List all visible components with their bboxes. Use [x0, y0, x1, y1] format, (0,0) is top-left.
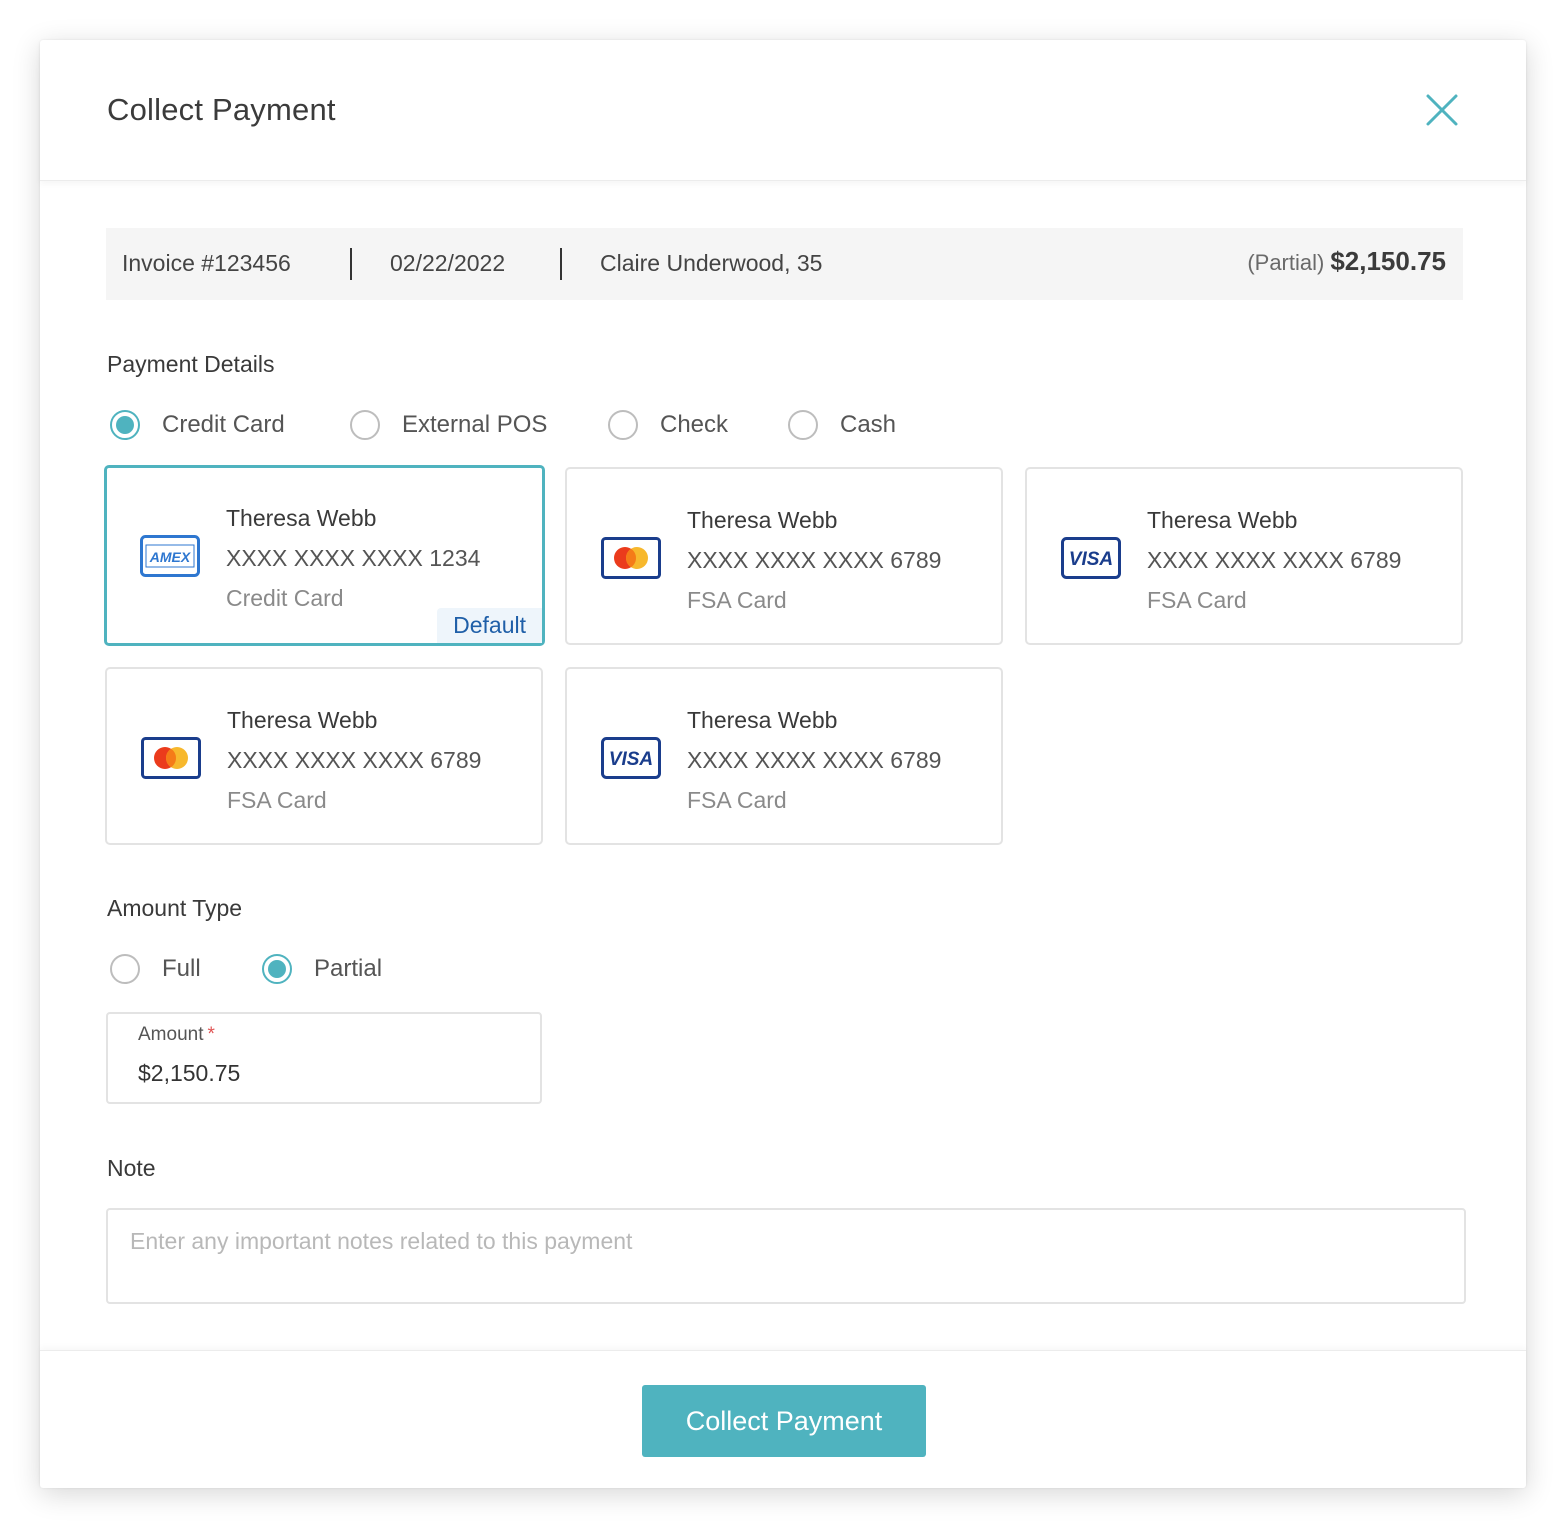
- radio-label: Check: [660, 411, 729, 438]
- card-type: FSA Card: [1147, 587, 1247, 613]
- card-number: XXXX XXXX XXXX 6789: [687, 747, 942, 773]
- visa-logo-text: VISA: [609, 749, 653, 770]
- default-badge: Default: [437, 608, 542, 643]
- note-label: Note: [107, 1155, 156, 1181]
- mastercard-logo-icon: [141, 737, 201, 779]
- divider: [350, 248, 352, 280]
- radio-external-pos[interactable]: External POS: [350, 408, 547, 442]
- card-number: XXXX XXXX XXXX 6789: [687, 547, 942, 573]
- card-type: FSA Card: [687, 587, 787, 613]
- saved-card-amex-1234[interactable]: AMEX Theresa Webb XXXX XXXX XXXX 1234 Cr…: [104, 465, 545, 646]
- invoice-date: 02/22/2022: [390, 250, 506, 276]
- radio-label: Full: [162, 955, 201, 982]
- visa-logo-icon: VISA: [601, 737, 661, 779]
- card-type: Credit Card: [226, 585, 344, 611]
- invoice-total: $2,150.75: [1330, 246, 1446, 276]
- divider: [560, 248, 562, 280]
- amount-input[interactable]: [138, 1060, 518, 1087]
- modal-title: Collect Payment: [107, 92, 336, 127]
- card-type: FSA Card: [227, 787, 327, 813]
- cardholder-name: Theresa Webb: [226, 505, 377, 531]
- card-type: FSA Card: [687, 787, 787, 813]
- radio-credit-card[interactable]: Credit Card: [110, 408, 285, 442]
- radio-cash[interactable]: Cash: [788, 408, 896, 442]
- close-button[interactable]: [1424, 92, 1460, 128]
- radio-full[interactable]: Full: [110, 952, 201, 986]
- radio-button[interactable]: [788, 410, 818, 440]
- amount-type-label: Amount Type: [107, 895, 243, 921]
- collect-payment-button[interactable]: Collect Payment: [642, 1385, 926, 1457]
- amex-logo-text: AMEX: [149, 549, 192, 565]
- card-number: XXXX XXXX XXXX 6789: [227, 747, 482, 773]
- mastercard-logo-icon: [601, 537, 661, 579]
- modal-header: Collect Payment: [40, 40, 1526, 181]
- radio-button[interactable]: [350, 410, 380, 440]
- radio-label: External POS: [402, 411, 548, 438]
- invoice-amount: (Partial) $2,150.75: [1247, 246, 1446, 277]
- modal-footer: Collect Payment: [40, 1350, 1526, 1489]
- visa-logo-text: VISA: [1069, 549, 1113, 570]
- radio-label: Credit Card: [162, 411, 285, 438]
- saved-card-visa-6789[interactable]: VISA Theresa Webb XXXX XXXX XXXX 6789 FS…: [1025, 467, 1463, 645]
- radio-button[interactable]: [110, 410, 140, 440]
- card-number: XXXX XXXX XXXX 1234: [226, 545, 481, 571]
- cardholder-name: Theresa Webb: [687, 507, 838, 533]
- required-indicator: *: [207, 1024, 215, 1045]
- collect-payment-modal: Collect Payment Invoice #123456 02/22/20…: [40, 40, 1526, 1488]
- note-textarea[interactable]: [106, 1208, 1466, 1304]
- cardholder-name: Theresa Webb: [687, 707, 838, 733]
- saved-card-mastercard-6789[interactable]: Theresa Webb XXXX XXXX XXXX 6789 FSA Car…: [565, 467, 1003, 645]
- radio-dot: [116, 416, 134, 434]
- radio-label: Partial: [314, 955, 383, 982]
- amount-label: Amount *: [138, 1024, 215, 1046]
- saved-card-visa-6789[interactable]: VISA Theresa Webb XXXX XXXX XXXX 6789 FS…: [565, 667, 1003, 845]
- cardholder-name: Theresa Webb: [1147, 507, 1298, 533]
- card-number: XXXX XXXX XXXX 6789: [1147, 547, 1402, 573]
- radio-button[interactable]: [608, 410, 638, 440]
- radio-partial[interactable]: Partial: [262, 952, 382, 986]
- patient-name: Claire Underwood, 35: [600, 250, 823, 276]
- radio-button[interactable]: [110, 954, 140, 984]
- amex-logo-icon: AMEX: [140, 535, 200, 577]
- radio-check[interactable]: Check: [608, 408, 728, 442]
- invoice-number: Invoice #123456: [122, 250, 291, 276]
- radio-dot: [268, 960, 286, 978]
- radio-label: Cash: [840, 411, 897, 438]
- visa-logo-icon: VISA: [1061, 537, 1121, 579]
- payment-details-label: Payment Details: [107, 351, 275, 377]
- amount-label-text: Amount: [138, 1024, 204, 1045]
- cardholder-name: Theresa Webb: [227, 707, 378, 733]
- close-icon: [1426, 94, 1458, 126]
- invoice-summary-bar: Invoice #123456 02/22/2022 Claire Underw…: [106, 228, 1463, 300]
- saved-card-mastercard-6789[interactable]: Theresa Webb XXXX XXXX XXXX 6789 FSA Car…: [105, 667, 543, 845]
- invoice-amount-type: (Partial): [1247, 250, 1325, 275]
- amount-field[interactable]: Amount *: [106, 1012, 542, 1104]
- radio-button[interactable]: [262, 954, 292, 984]
